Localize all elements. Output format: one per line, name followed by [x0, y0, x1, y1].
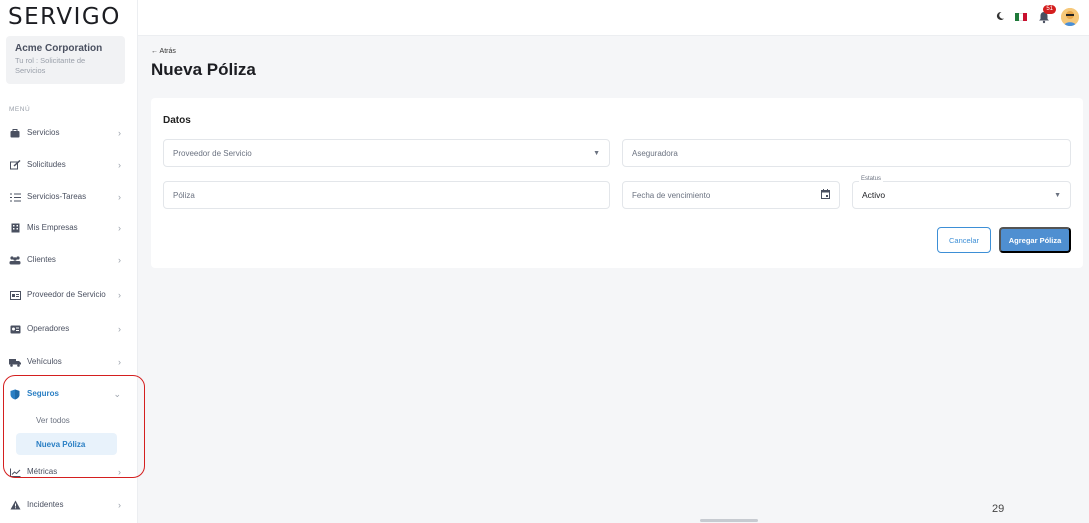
topbar: 51: [138, 0, 1089, 36]
truck-icon: [9, 356, 21, 368]
calendar-icon[interactable]: [821, 189, 830, 201]
org-role: Tu rol : Solicitante de Servicios: [15, 56, 86, 75]
fecha-vencimiento-input[interactable]: Fecha de vencimiento: [622, 181, 840, 209]
aseguradora-placeholder: Aseguradora: [632, 148, 678, 158]
briefcase-icon: [9, 127, 21, 139]
sidebar-item-label: Servicios: [27, 128, 60, 137]
id-card-icon: [9, 289, 21, 301]
chevron-right-icon: ›: [118, 255, 121, 265]
chevron-right-icon: ›: [118, 192, 121, 202]
users-icon: [9, 254, 21, 266]
edit-icon: [9, 159, 21, 171]
topbar-icons: 51: [995, 5, 1079, 26]
chevron-right-icon: ›: [118, 324, 121, 334]
page-number: 29: [992, 503, 1005, 515]
sidebar-item-label: Operadores: [27, 324, 70, 333]
estatus-label: Estatus: [859, 176, 884, 182]
chevron-right-icon: ›: [118, 500, 121, 510]
form-card: Datos Proveedor de Servicio ▼ Asegurador…: [151, 98, 1083, 268]
sidebar-item-servicios[interactable]: Servicios ›: [9, 123, 121, 143]
user-avatar[interactable]: [1061, 8, 1079, 26]
estatus-value: Activo: [862, 190, 886, 200]
add-policy-button[interactable]: Agregar Póliza: [999, 227, 1071, 253]
sidebar-item-proveedor[interactable]: Proveedor de Servicio ›: [9, 281, 121, 309]
chevron-right-icon: ›: [118, 128, 121, 138]
warning-icon: [9, 499, 21, 511]
sidebar-item-vehiculos[interactable]: Vehículos ›: [9, 352, 121, 372]
chevron-right-icon: ›: [118, 357, 121, 367]
chevron-right-icon: ›: [118, 290, 121, 300]
mexico-flag-icon[interactable]: [1015, 13, 1027, 21]
sidebar-item-label: Incidentes: [27, 500, 64, 509]
notifications-bell-icon[interactable]: 51: [1037, 5, 1056, 24]
caret-down-icon: ▼: [593, 149, 600, 157]
chevron-right-icon: ›: [118, 160, 121, 170]
chevron-right-icon: ›: [118, 467, 121, 477]
aseguradora-input[interactable]: Aseguradora: [622, 139, 1071, 167]
horizontal-scrollbar[interactable]: [700, 519, 758, 522]
chart-line-icon: [9, 466, 21, 478]
sidebar-item-label: Seguros: [27, 389, 60, 398]
section-title: Datos: [163, 115, 191, 126]
sidebar-item-label: Métricas: [27, 467, 58, 476]
org-card[interactable]: Acme Corporation Tu rol : Solicitante de…: [6, 36, 125, 84]
shield-icon: [9, 388, 21, 400]
proveedor-select[interactable]: Proveedor de Servicio ▼: [163, 139, 610, 167]
sidebar-item-label: Clientes: [27, 255, 56, 264]
back-link[interactable]: ← Atrás: [151, 48, 176, 55]
sidebar-item-label: Servicios-Tareas: [27, 192, 87, 201]
sidebar-subitem-nueva-poliza[interactable]: Nueva Póliza: [16, 433, 117, 455]
poliza-input[interactable]: Póliza: [163, 181, 610, 209]
sidebar-item-clientes[interactable]: Clientes ›: [9, 250, 121, 270]
cancel-button[interactable]: Cancelar: [937, 227, 991, 253]
sidebar: SERVIGO Acme Corporation Tu rol : Solici…: [0, 0, 145, 523]
dark-mode-toggle-icon[interactable]: [995, 8, 1005, 26]
sidebar-item-servicios-tareas[interactable]: Servicios-Tareas ›: [9, 187, 121, 207]
caret-down-icon: ▼: [1054, 191, 1061, 199]
org-name: Acme Corporation: [15, 43, 103, 54]
sidebar-subitem-ver-todos[interactable]: Ver todos: [16, 409, 117, 431]
sidebar-item-label: Vehículos: [27, 357, 62, 366]
sidebar-item-mis-empresas[interactable]: Mis Empresas ›: [9, 218, 121, 238]
sidebar-item-label: Solicitudes: [27, 160, 66, 169]
sidebar-item-metricas[interactable]: Métricas ›: [9, 462, 121, 482]
sidebar-item-solicitudes[interactable]: Solicitudes ›: [9, 155, 121, 175]
estatus-select[interactable]: Estatus Activo ▼: [852, 176, 1071, 209]
contact-card-icon: [9, 323, 21, 335]
page-title: Nueva Póliza: [151, 60, 256, 79]
app-logo[interactable]: SERVIGO: [8, 4, 121, 30]
building-icon: [9, 222, 21, 234]
chevron-right-icon: ›: [118, 223, 121, 233]
list-icon: [9, 191, 21, 203]
sidebar-item-seguros[interactable]: Seguros ⌄: [9, 384, 121, 404]
poliza-placeholder: Póliza: [173, 190, 195, 200]
proveedor-placeholder: Proveedor de Servicio: [173, 148, 252, 158]
sidebar-item-label: Mis Empresas: [27, 223, 78, 232]
chevron-down-icon: ⌄: [113, 388, 121, 399]
sidebar-item-operadores[interactable]: Operadores ›: [9, 319, 121, 339]
menu-label: MENÚ: [9, 106, 31, 113]
sidebar-item-incidentes[interactable]: Incidentes ›: [9, 495, 121, 515]
fecha-placeholder: Fecha de vencimiento: [632, 190, 711, 200]
sidebar-item-label: Proveedor de Servicio: [27, 290, 106, 299]
notifications-badge: 51: [1043, 5, 1056, 14]
